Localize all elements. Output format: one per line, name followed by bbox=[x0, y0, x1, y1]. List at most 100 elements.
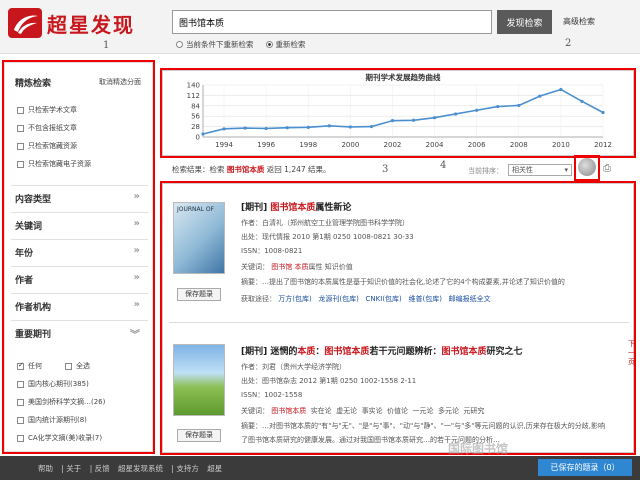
facet-year[interactable]: 年份» bbox=[11, 239, 148, 261]
advanced-search-link[interactable]: 高级检索 bbox=[563, 16, 595, 27]
result-divider bbox=[169, 322, 629, 323]
journal-cover-image[interactable]: JOURNAL OF bbox=[173, 202, 225, 274]
core-any-option[interactable]: 任何 bbox=[17, 361, 42, 371]
data-point bbox=[580, 99, 584, 103]
keyword-link[interactable]: 多元论 bbox=[438, 407, 459, 415]
data-point bbox=[496, 104, 500, 109]
sort-globe-icon[interactable] bbox=[578, 158, 596, 176]
watermark-text: 国际图书馆 bbox=[448, 442, 509, 456]
chevron-double-right-icon: » bbox=[133, 272, 140, 283]
data-point bbox=[454, 112, 458, 116]
filter-holdings[interactable]: 只检索馆藏资源 bbox=[17, 141, 77, 151]
data-point bbox=[517, 103, 521, 108]
checkbox-icon bbox=[17, 434, 24, 442]
result-issn: ISSN：1008-0821 bbox=[241, 247, 303, 255]
data-point bbox=[559, 87, 563, 92]
checkbox-icon bbox=[17, 398, 24, 406]
keyword-link[interactable]: 本质 bbox=[294, 263, 308, 271]
refine-sidebar: 精炼检索 取消精选分面 只检索学术文章 不包含报纸文章 只检索馆藏资源 只检索馆… bbox=[4, 62, 153, 452]
result-keywords: 关键词： 图书馆 本质属性 知识价值 bbox=[241, 263, 353, 271]
result-holdings: 获取途径： 万方(包库) 龙源刊(包库) CNKI(包库) 维普(包库) 邮编报… bbox=[241, 295, 491, 303]
footer-link[interactable]: 超星发现系统 bbox=[118, 464, 163, 473]
x-tick-label: 2010 bbox=[552, 141, 570, 149]
keyword-link[interactable]: 图书馆 bbox=[271, 263, 292, 271]
core-journal-item[interactable]: 美国剑桥科学文摘…(26) bbox=[17, 397, 105, 407]
x-tick-label: 2002 bbox=[384, 141, 402, 149]
cancel-facets-link[interactable]: 取消精选分面 bbox=[99, 77, 141, 87]
keyword-link[interactable]: 知识价值 bbox=[325, 263, 353, 271]
footer-link[interactable]: | 关于 bbox=[61, 464, 81, 473]
keyword-link[interactable]: 一元论 bbox=[413, 407, 434, 415]
result-title[interactable]: [期刊] 图书馆本质属性新论 bbox=[241, 200, 351, 213]
header-bar: 超星发现 发现检索 高级检索 当前条件下重新检索 重新检索 bbox=[0, 0, 640, 54]
footer-link[interactable]: 超星 bbox=[207, 464, 222, 473]
trend-chart-panel: 期刊学术发展趋势曲线 0 28 56 84 112 140 1994 1996 1998 2000 2… bbox=[162, 70, 634, 156]
radio-search-within[interactable]: 当前条件下重新检索 bbox=[176, 39, 254, 50]
checkbox-icon bbox=[17, 142, 24, 150]
keyword-link[interactable]: 事实论 bbox=[362, 407, 383, 415]
core-all-option[interactable]: 全选 bbox=[65, 361, 90, 371]
facet-author[interactable]: 作者» bbox=[11, 266, 148, 288]
chart-title: 期刊学术发展趋势曲线 bbox=[366, 72, 441, 82]
save-citation-button[interactable]: 保存题录 bbox=[177, 429, 221, 442]
x-tick-label: 2012 bbox=[594, 141, 612, 149]
result-abstract: 摘要：…对图书馆本质的"有"与"无"、"是"与"事"、"动"与"静"、"一"与"… bbox=[241, 422, 605, 430]
x-tick-label: 2004 bbox=[426, 141, 444, 149]
facet-keyword[interactable]: 关键词» bbox=[11, 212, 148, 234]
annotation-label-3: 3 bbox=[382, 164, 389, 175]
holding-link[interactable]: 万方(包库) bbox=[278, 295, 311, 303]
keyword-link[interactable]: 价值论 bbox=[387, 407, 408, 415]
data-point bbox=[475, 108, 479, 112]
keyword-link[interactable]: 实在论 bbox=[311, 407, 332, 415]
search-input[interactable] bbox=[172, 10, 492, 34]
facet-core-journals[interactable]: 重要期刊 ︾ bbox=[11, 320, 148, 342]
print-icon[interactable]: ⎙ bbox=[603, 163, 611, 174]
keyword-link[interactable]: 图书馆本质 bbox=[271, 407, 306, 415]
sort-label: 当前排序： bbox=[468, 167, 503, 175]
sort-select[interactable]: 相关性 ▾ bbox=[508, 164, 572, 176]
results-count: 返回 1,247 结果 bbox=[266, 165, 324, 174]
y-tick-label: 56 bbox=[191, 113, 200, 121]
data-point bbox=[348, 125, 352, 129]
core-journal-item[interactable]: CA化学文摘(美)收录(7) bbox=[17, 433, 102, 443]
chevron-double-down-icon: ︾ bbox=[130, 330, 140, 341]
checkbox-icon bbox=[65, 362, 72, 370]
result-title[interactable]: [期刊] 迷惘的本质：图书馆本质若干元问题辨析：图书馆本质研究之七 bbox=[241, 344, 522, 357]
result-source: 出处：图书馆杂志 2012 第1期 0250 1002-1558 2-11 bbox=[241, 377, 417, 385]
keyword-link[interactable]: 虚无论 bbox=[336, 407, 357, 415]
facet-author-org[interactable]: 作者机构» bbox=[11, 293, 148, 315]
checkbox-icon bbox=[17, 106, 24, 114]
facet-content-type[interactable]: 内容类型» bbox=[11, 185, 148, 207]
footer-link[interactable]: | 反馈 bbox=[90, 464, 110, 473]
holding-link[interactable]: 龙源刊(包库) bbox=[318, 295, 358, 303]
saved-citations-button[interactable]: 已保存的题录（0） bbox=[538, 459, 632, 476]
next-page-tab[interactable]: 下一页 bbox=[628, 340, 637, 367]
keyword-link[interactable]: 属性 bbox=[308, 263, 322, 271]
x-tick-label: 1994 bbox=[215, 141, 233, 149]
journal-cover-image[interactable] bbox=[173, 344, 225, 416]
radio-icon bbox=[176, 41, 183, 48]
filter-e-holdings[interactable]: 只检索馆藏电子资源 bbox=[17, 159, 91, 169]
x-tick-label: 1996 bbox=[257, 141, 275, 149]
keyword-link[interactable]: 元研究 bbox=[463, 407, 484, 415]
result-author: 作者：白清礼（郑州航空工业管理学院图书科学学院） bbox=[241, 219, 409, 227]
holding-link[interactable]: CNKI(包库) bbox=[366, 295, 402, 303]
annotation-label-4: 4 bbox=[440, 160, 447, 171]
results-list: JOURNAL OF 保存题录 [期刊] 图书馆本质属性新论 作者：白清礼（郑州… bbox=[162, 183, 634, 453]
holding-link[interactable]: 邮编报纸全文 bbox=[449, 295, 491, 303]
data-point bbox=[601, 110, 605, 115]
save-citation-button[interactable]: 保存题录 bbox=[177, 288, 221, 301]
annotation-label-1: 1 bbox=[103, 40, 110, 51]
filter-academic[interactable]: 只检索学术文章 bbox=[17, 105, 77, 115]
core-journal-item[interactable]: 国内统计源期刊(8) bbox=[17, 415, 87, 425]
footer-link[interactable]: 帮助 bbox=[38, 464, 53, 473]
search-button[interactable]: 发现检索 bbox=[497, 10, 552, 34]
x-tick-label: 2008 bbox=[510, 141, 528, 149]
radio-new-search[interactable]: 重新检索 bbox=[265, 39, 306, 50]
holding-link[interactable]: 维普(包库) bbox=[408, 295, 441, 303]
y-tick-label: 0 bbox=[196, 134, 200, 142]
filter-no-newspaper[interactable]: 不包含报纸文章 bbox=[17, 123, 77, 133]
core-journal-item[interactable]: 国内核心期刊(385) bbox=[17, 379, 89, 389]
footer-link[interactable]: | 支持方 bbox=[171, 464, 198, 473]
dropdown-arrow-icon: ▾ bbox=[564, 166, 568, 174]
